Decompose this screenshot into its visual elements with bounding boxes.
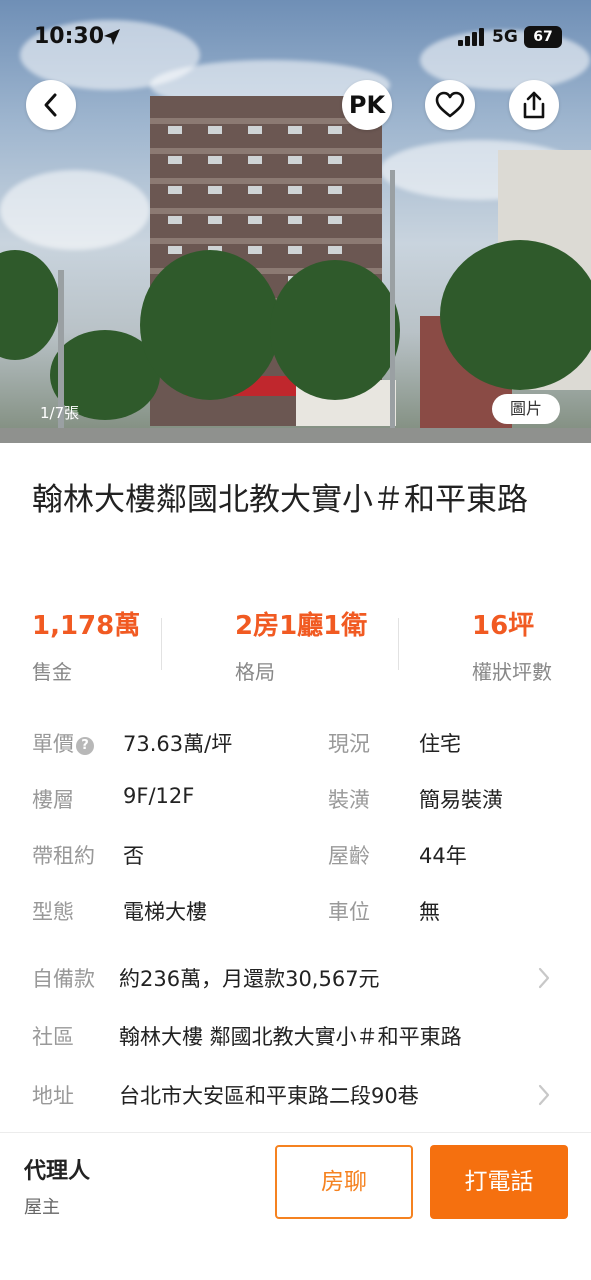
battery-icon: 67 [524, 26, 562, 48]
unit-price-label: 單價 [32, 732, 74, 756]
detail-parking: 車位 無 [328, 896, 558, 926]
age-label: 屋齡 [328, 844, 370, 868]
floor-value: 9F/12F [123, 784, 195, 808]
agent-title: 代理人 [24, 1159, 91, 1184]
stat-area: 16坪 權狀坪數 [472, 608, 552, 685]
pk-label: PK [348, 91, 386, 119]
help-icon[interactable]: ? [76, 737, 94, 755]
type-label: 型態 [32, 900, 74, 924]
parking-label: 車位 [328, 900, 370, 924]
key-stats: 1,178萬 售金 2房1廳1衛 格局 16坪 權狀坪數 [0, 608, 591, 688]
call-button[interactable]: 打電話 [430, 1145, 568, 1219]
status-value: 住宅 [419, 732, 461, 756]
stat-divider [161, 618, 162, 670]
photo-counter: 1/7張 [40, 404, 80, 422]
lease-value: 否 [123, 844, 144, 868]
back-button[interactable] [26, 80, 76, 130]
status-label: 現況 [328, 732, 370, 756]
price-value: 1,178萬 [32, 611, 141, 641]
chat-button[interactable]: 房聊 [275, 1145, 413, 1219]
type-value: 電梯大樓 [123, 900, 207, 924]
detail-floor: 樓層 9F/12F [32, 784, 292, 814]
network-type: 5G [492, 27, 518, 47]
detail-community: 社區 翰林大樓 鄰國北教大實小＃和平東路 [32, 1021, 562, 1051]
address-value: 台北市大安區和平東路二段90巷 [119, 1084, 419, 1108]
chevron-right-icon[interactable] [536, 966, 552, 990]
price-label: 售金 [32, 660, 72, 684]
detail-age: 屋齡 44年 [328, 840, 558, 870]
decoration-label: 裝潢 [328, 788, 370, 812]
decoration-value: 簡易裝潢 [419, 788, 503, 812]
compare-pk-button[interactable]: PK [342, 80, 392, 130]
address-label: 地址 [32, 1084, 74, 1108]
location-arrow-icon [104, 29, 120, 45]
unit-price-value: 73.63萬/坪 [123, 732, 233, 756]
detail-unit-price: 單價? 73.63萬/坪 [32, 728, 292, 758]
age-value: 44年 [419, 844, 467, 868]
share-button[interactable] [509, 80, 559, 130]
layout-value: 2房1廳1衛 [235, 611, 368, 641]
detail-down-payment[interactable]: 自備款 約236萬，月還款30,567元 [32, 963, 562, 993]
detail-lease: 帶租約 否 [32, 840, 292, 870]
chevron-left-icon [44, 93, 57, 117]
listing-title: 翰林大樓鄰國北教大實小＃和平東路 [32, 482, 528, 518]
layout-label: 格局 [235, 660, 275, 684]
photo-category-tag[interactable]: 圖片 [492, 394, 560, 424]
status-bar: 10:30 5G 67 [0, 0, 591, 74]
down-payment-value: 約236萬，月還款30,567元 [119, 967, 380, 991]
bottom-contact-bar: 代理人 屋主 房聊 打電話 [0, 1132, 591, 1280]
detail-type: 型態 電梯大樓 [32, 896, 292, 926]
parking-value: 無 [419, 900, 440, 924]
heart-icon [435, 91, 465, 118]
community-value: 翰林大樓 鄰國北教大實小＃和平東路 [119, 1025, 462, 1049]
status-time: 10:30 [34, 24, 105, 49]
stat-price: 1,178萬 售金 [32, 608, 140, 685]
detail-address[interactable]: 地址 台北市大安區和平東路二段90巷 [32, 1080, 562, 1110]
stat-layout: 2房1廳1衛 格局 [235, 608, 367, 685]
agent-role: 屋主 [24, 1197, 60, 1218]
community-label: 社區 [32, 1025, 74, 1049]
floor-label: 樓層 [32, 788, 74, 812]
detail-status: 現況 住宅 [328, 728, 558, 758]
detail-decoration: 裝潢 簡易裝潢 [328, 784, 558, 814]
down-payment-label: 自備款 [32, 967, 95, 991]
area-value: 16坪 [472, 611, 535, 641]
lease-label: 帶租約 [32, 844, 95, 868]
favorite-button[interactable] [425, 80, 475, 130]
share-icon [523, 91, 545, 119]
chevron-right-icon[interactable] [536, 1083, 552, 1107]
area-label: 權狀坪數 [472, 660, 552, 684]
cellular-signal-icon [458, 28, 484, 46]
stat-divider [398, 618, 399, 670]
